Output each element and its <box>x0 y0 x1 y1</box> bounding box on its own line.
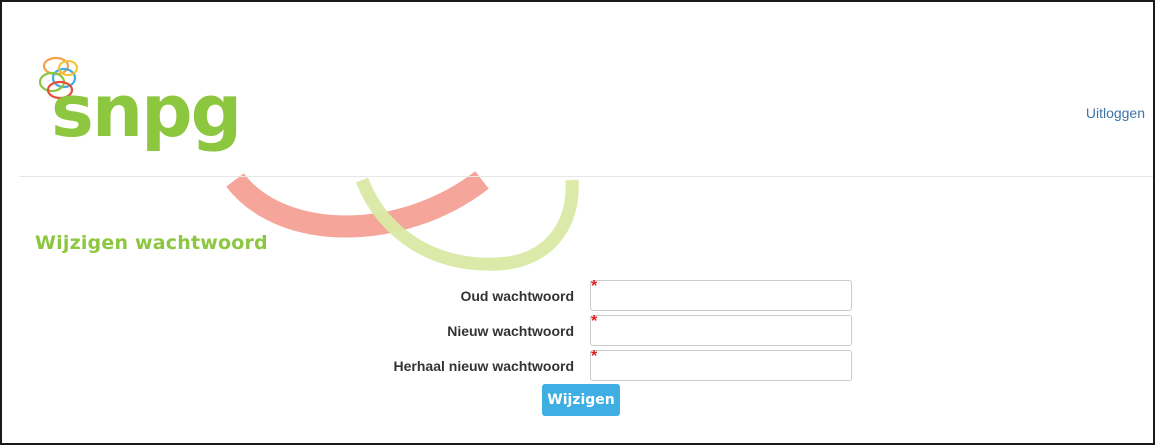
logo-wordmark: snpg <box>51 69 242 153</box>
required-asterisk: * <box>591 313 598 330</box>
red-swoosh-shape <box>226 171 489 238</box>
repeat-password-label: Herhaal nieuw wachtwoord <box>393 358 574 374</box>
old-password-label: Oud wachtwoord <box>460 288 574 304</box>
lime-loop-shape <box>355 177 579 271</box>
app-window: snpg Uitloggen Wijzigen wachtwoord Oud w… <box>0 0 1155 445</box>
page-title: Wijzigen wachtwoord <box>35 232 268 254</box>
submit-change-password-button[interactable]: Wijzigen <box>542 384 620 416</box>
required-asterisk: * <box>591 278 598 295</box>
logout-link[interactable]: Uitloggen <box>1086 105 1145 121</box>
required-asterisk: * <box>591 348 598 365</box>
new-password-input[interactable] <box>590 315 852 346</box>
form-row-old-password: Oud wachtwoord * <box>2 278 1153 312</box>
form-row-new-password: Nieuw wachtwoord * <box>2 313 1153 347</box>
old-password-input[interactable] <box>590 280 852 311</box>
repeat-password-input[interactable] <box>590 350 852 381</box>
header-divider <box>19 176 1153 177</box>
form-row-repeat-password: Herhaal nieuw wachtwoord * <box>2 348 1153 382</box>
snpg-logo[interactable]: snpg <box>32 52 252 167</box>
new-password-label: Nieuw wachtwoord <box>447 323 574 339</box>
